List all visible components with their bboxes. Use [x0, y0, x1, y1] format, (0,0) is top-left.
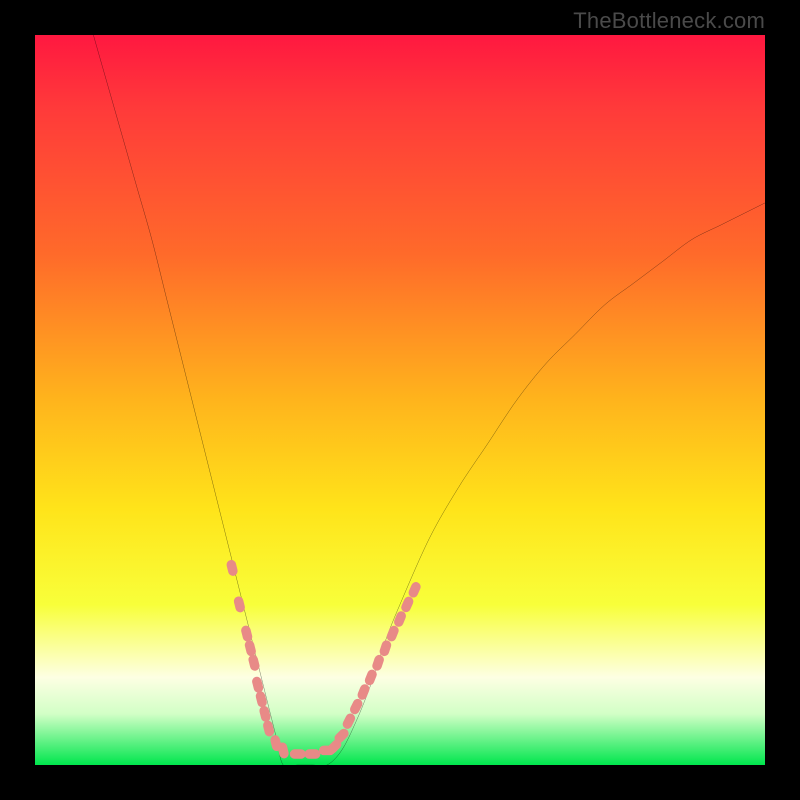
marker-point [251, 676, 264, 694]
marker-point [262, 720, 275, 738]
curve-svg [35, 35, 765, 765]
marker-point [244, 639, 257, 657]
marker-point [255, 690, 268, 708]
marker-point [247, 654, 260, 672]
marker-point [233, 595, 246, 613]
marker-point [240, 625, 253, 643]
marker-point [304, 749, 320, 758]
highlighted-points [226, 559, 423, 759]
plot-area [35, 35, 765, 765]
marker-point [363, 668, 378, 686]
marker-point [348, 697, 364, 716]
marker-point [393, 610, 408, 628]
marker-point [226, 559, 239, 577]
marker-point [290, 749, 306, 758]
marker-point [356, 683, 371, 701]
marker-point [400, 595, 415, 614]
marker-point [258, 705, 271, 723]
attribution-text: TheBottleneck.com [573, 8, 765, 34]
chart-outer: TheBottleneck.com [0, 0, 800, 800]
marker-point [371, 654, 385, 672]
marker-point [407, 581, 422, 600]
marker-point [341, 712, 357, 731]
marker-point [385, 624, 400, 642]
marker-point [378, 639, 392, 657]
bottleneck-curve [93, 35, 765, 765]
